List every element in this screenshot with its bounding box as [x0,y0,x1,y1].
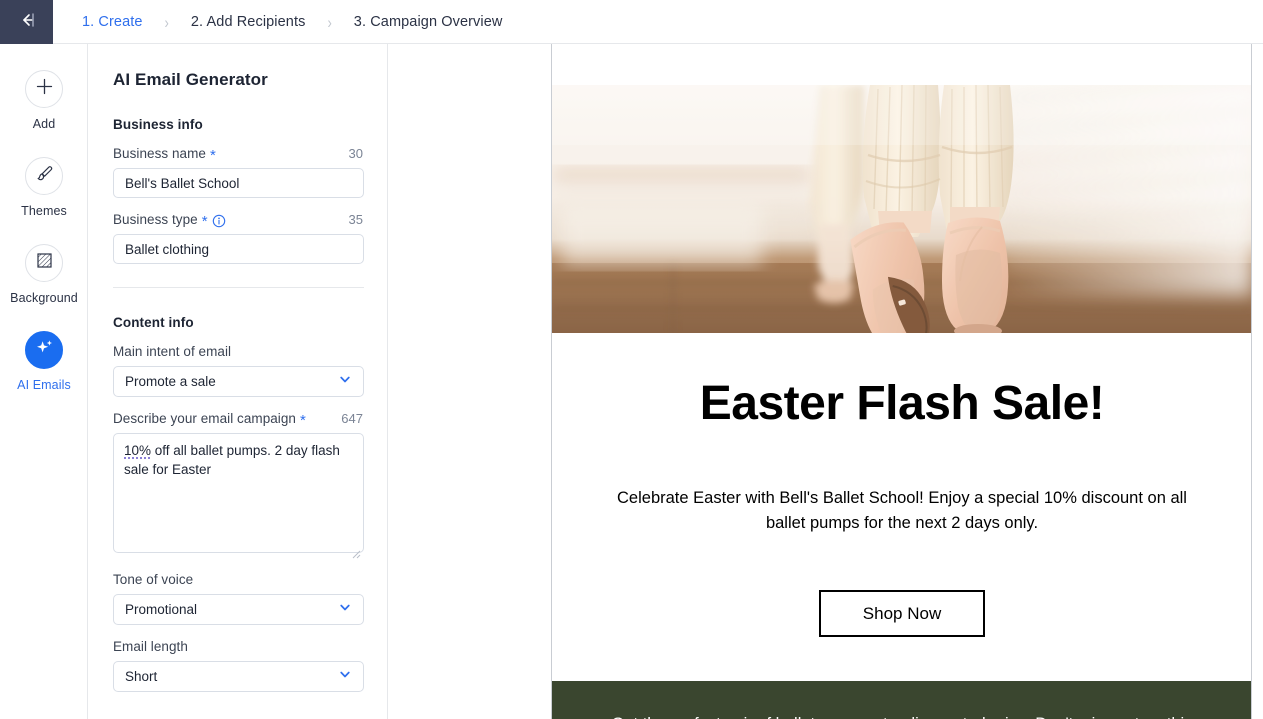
describe-campaign-textarea[interactable] [113,433,364,553]
email-length-value: Short [125,669,158,684]
breadcrumb-step-create[interactable]: 1. Create [82,14,143,30]
paintbrush-icon [35,164,54,188]
pattern-square-icon [35,251,54,275]
top-bar: 1. Create › 2. Add Recipients › 3. Campa… [0,0,1263,44]
sidebar-item-themes[interactable]: Themes [0,157,88,218]
page-title: AI Email Generator [113,70,268,89]
left-icon-rail: Add Themes Background AI Emails [0,44,88,719]
email-footer-text: Get the perfect pair of ballet pumps at … [587,713,1217,719]
sidebar-item-ai-emails[interactable]: AI Emails [0,331,88,392]
breadcrumb-separator-2: › [327,12,332,32]
email-length-select[interactable]: Short [113,661,364,692]
field-describe-campaign: Describe your email campaign * 647 10% o… [113,411,364,559]
sidebar-item-label-background: Background [10,291,78,305]
sidebar-item-label-themes: Themes [21,204,67,218]
label-tone-of-voice: Tone of voice [113,572,194,587]
add-button-circle[interactable] [25,70,63,108]
char-counter-business-name: 30 [348,146,363,161]
shop-now-button[interactable]: Shop Now [818,589,986,637]
chevron-down-icon [338,667,352,686]
background-button-circle[interactable] [25,244,63,282]
sidebar-item-background[interactable]: Background [0,244,88,305]
email-preview-canvas: Easter Flash Sale! Celebrate Easter with… [552,44,1252,719]
tone-of-voice-value: Promotional [125,602,198,617]
business-type-input[interactable] [113,234,364,264]
plus-icon [36,78,53,100]
ai-email-generator-panel: AI Email Generator Business info Busines… [88,44,388,719]
themes-button-circle[interactable] [25,157,63,195]
section-heading-content-info: Content info [113,315,194,330]
canvas-right-margin [1253,44,1263,719]
required-asterisk: * [209,147,216,164]
chevron-down-icon [338,372,352,391]
field-business-type: Business type * 35 [113,212,364,264]
hero-image[interactable] [552,85,1251,333]
main-intent-value: Promote a sale [125,374,216,389]
info-circle-icon[interactable] [212,214,226,228]
email-body-text[interactable]: Celebrate Easter with Bell's Ballet Scho… [602,486,1202,536]
label-business-type: Business type * [113,212,226,230]
ai-emails-button-circle[interactable] [25,331,63,369]
char-counter-describe-campaign: 647 [341,411,363,426]
sidebar-item-label-ai-emails: AI Emails [17,378,71,392]
email-footer-band[interactable]: Get the perfect pair of ballet pumps at … [552,681,1251,719]
field-business-name: Business name * 30 [113,146,364,198]
chevron-down-icon [338,600,352,619]
canvas-gutter [388,44,552,719]
field-email-length: Email length Short [113,639,364,692]
breadcrumb-step-campaign-overview[interactable]: 3. Campaign Overview [354,14,503,30]
label-describe-campaign: Describe your email campaign * [113,411,306,429]
required-asterisk: * [299,412,306,429]
label-email-length: Email length [113,639,188,654]
business-name-input[interactable] [113,168,364,198]
breadcrumb-separator-1: › [164,12,169,32]
breadcrumb-step-add-recipients[interactable]: 2. Add Recipients [191,14,306,30]
sidebar-item-add[interactable]: Add [0,70,88,131]
back-arrow-icon [16,9,38,36]
sparkle-icon [34,337,55,363]
email-content: Easter Flash Sale! Celebrate Easter with… [552,333,1251,637]
field-tone-of-voice: Tone of voice Promotional [113,572,364,625]
label-main-intent: Main intent of email [113,344,232,359]
section-divider [113,287,364,288]
label-business-name: Business name * [113,146,216,164]
char-counter-business-type: 35 [348,212,363,227]
section-heading-business-info: Business info [113,117,203,132]
cta-container: Shop Now [552,589,1251,637]
required-asterisk: * [201,213,208,230]
breadcrumb: 1. Create › 2. Add Recipients › 3. Campa… [82,0,502,44]
email-headline[interactable]: Easter Flash Sale! [552,378,1251,429]
sidebar-item-label-add: Add [32,117,56,131]
tone-of-voice-select[interactable]: Promotional [113,594,364,625]
main-intent-select[interactable]: Promote a sale [113,366,364,397]
back-button[interactable] [0,0,53,44]
field-main-intent: Main intent of email Promote a sale [113,344,364,397]
